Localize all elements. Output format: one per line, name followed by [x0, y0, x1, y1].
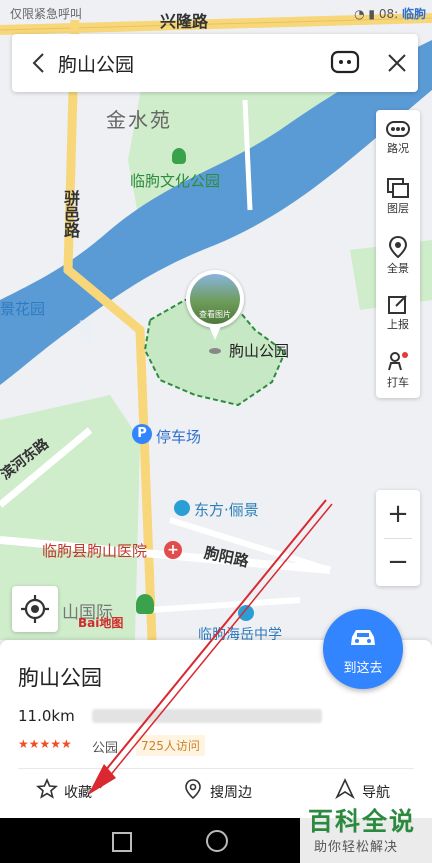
back-arrow-icon[interactable]: [26, 50, 52, 76]
watermark: 百科全说 助你轻松解决: [300, 800, 432, 863]
poi-photo-marker[interactable]: 查看图片: [186, 270, 244, 328]
toolbar-report-button[interactable]: 上报: [376, 284, 420, 340]
road-label-yiyi: 骈邑路: [61, 190, 80, 238]
marker-pointer: [209, 326, 221, 340]
zoom-in-button[interactable]: +: [376, 490, 420, 538]
car-icon: [351, 630, 375, 645]
battery-icon: ▮: [368, 7, 376, 21]
time-text: 08:: [378, 7, 399, 21]
taxi-icon: [388, 352, 408, 371]
river-label: 弥河: [76, 320, 91, 346]
area-label-jinshuiyuan: 金水苑: [106, 108, 172, 132]
panorama-pin-icon: [388, 236, 408, 258]
toolbar-traffic-button[interactable]: 路况: [376, 110, 420, 166]
poi-label-name[interactable]: 朐山公园: [229, 340, 289, 361]
close-icon[interactable]: [384, 50, 410, 76]
route-go-label: 到这去: [343, 661, 383, 676]
divider: [18, 768, 414, 769]
search-query[interactable]: 朐山公园: [58, 50, 134, 77]
nearby-label: 搜周边: [210, 785, 252, 801]
route-go-button[interactable]: 到这去: [323, 609, 403, 689]
school-icon: [238, 605, 254, 621]
poi-label-jinghua[interactable]: 景花园: [0, 298, 45, 319]
toolbar-panorama-label: 全景: [387, 262, 409, 275]
traffic-icon: [386, 121, 410, 137]
status-bar: 仅限紧急呼叫 ◔ ▮ 08: 临朐: [0, 0, 432, 26]
visits-badge: 725人访问: [136, 735, 205, 756]
map-view[interactable]: 兴隆路 金水苑 临朐文化公园 骈邑路 景花园 弥河 查看图片 朐山公园 P 停车…: [0, 0, 432, 640]
toolbar-layers-label: 图层: [387, 202, 409, 215]
marker-dot: [209, 348, 221, 354]
poi-label-dongfang[interactable]: 东方·俪景: [194, 499, 259, 520]
watermark-title: 百科全说: [308, 807, 417, 836]
hospital-icon: +: [164, 541, 182, 559]
search-bar[interactable]: 朐山公园: [12, 34, 418, 92]
place-distance: 11.0km: [18, 707, 75, 725]
location-pin-icon: [185, 779, 201, 800]
top-right-partial-label: 临朐: [401, 7, 426, 21]
locate-button[interactable]: [12, 586, 58, 632]
building-icon: [174, 500, 190, 516]
parking-icon: P: [132, 424, 152, 444]
tree-icon: [136, 594, 154, 614]
star-icon: [36, 778, 58, 799]
watermark-subtitle: 助你轻松解决: [314, 840, 399, 855]
navigate-label: 导航: [362, 785, 390, 801]
wifi-icon: ◔: [354, 7, 365, 21]
navigation-arrow-icon: [335, 778, 355, 800]
place-category: 公园: [92, 741, 119, 756]
baidu-logo: Bai地图: [78, 616, 124, 630]
layers-icon: [387, 178, 409, 198]
poi-photo: 查看图片: [190, 274, 240, 324]
home-icon[interactable]: [206, 830, 228, 852]
rating-stars: ★★★★★: [18, 737, 72, 751]
favorite-label: 收藏: [64, 785, 92, 801]
toolbar-panorama-button[interactable]: 全景: [376, 226, 420, 282]
status-text: 仅限紧急呼叫: [10, 7, 83, 21]
poi-label-hospital[interactable]: 临朐县朐山医院: [42, 540, 147, 561]
place-address-blurred: [92, 709, 322, 723]
toolbar-traffic-label: 路况: [387, 142, 409, 155]
toolbar-report-label: 上报: [387, 318, 409, 331]
zoom-control: + −: [376, 490, 420, 586]
tree-icon: [172, 148, 186, 164]
recent-apps-icon[interactable]: [112, 832, 132, 852]
zoom-out-button[interactable]: −: [376, 538, 420, 586]
place-title: 朐山公园: [18, 666, 102, 690]
toolbar-taxi-label: 打车: [387, 376, 409, 389]
report-edit-icon: [388, 295, 407, 314]
poi-photo-label: 查看图片: [199, 310, 231, 319]
poi-label-parking[interactable]: 停车场: [156, 426, 201, 447]
poi-label-culture-park[interactable]: 临朐文化公园: [130, 170, 220, 191]
voice-assistant-icon[interactable]: [330, 50, 360, 74]
map-toolbar: 路况 图层 全景 上报 打车: [376, 110, 420, 398]
locate-crosshair-icon: [21, 595, 49, 623]
toolbar-layers-button[interactable]: 图层: [376, 168, 420, 224]
status-icons: ◔ ▮ 08: 临朐: [354, 5, 426, 22]
poi-label-school[interactable]: 临朐海岳中学: [198, 624, 282, 640]
toolbar-taxi-button[interactable]: 打车: [376, 342, 420, 398]
